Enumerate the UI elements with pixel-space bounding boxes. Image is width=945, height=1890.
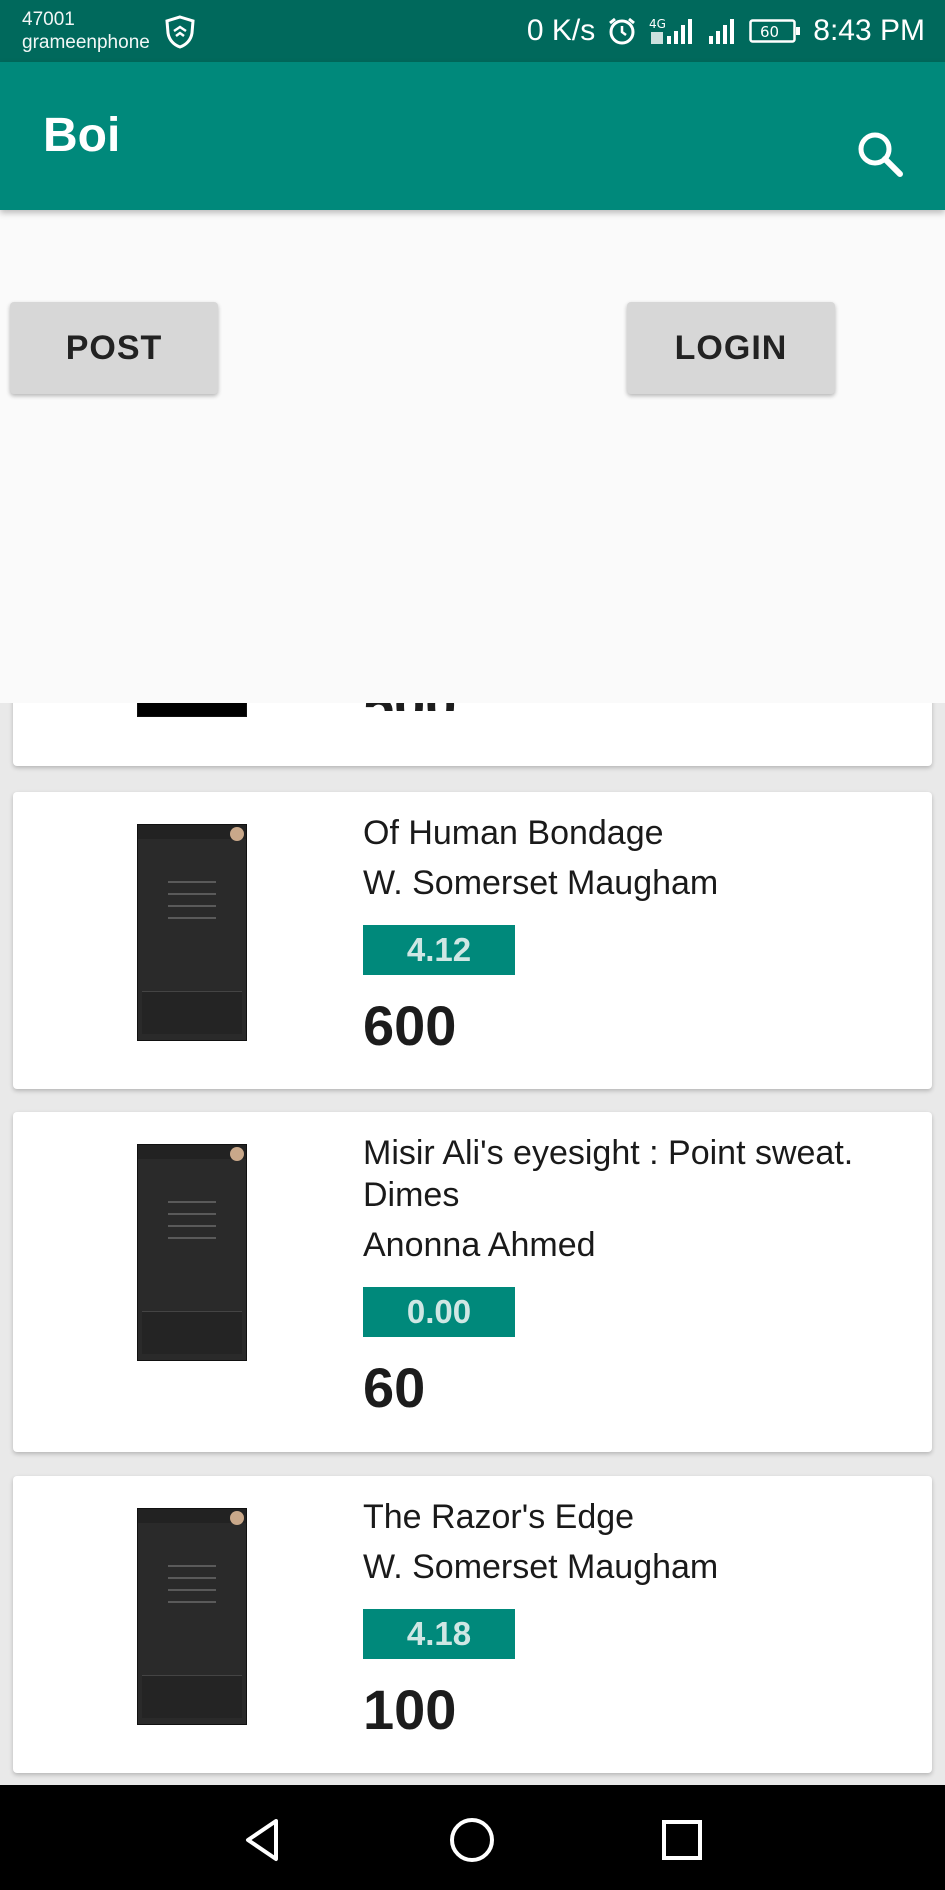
book-cover-image — [137, 1508, 247, 1725]
book-cover-image — [137, 1144, 247, 1361]
svg-text:4G: 4G — [649, 17, 666, 31]
alarm-icon — [607, 16, 637, 46]
shield-icon — [165, 15, 195, 49]
book-price: 600 — [363, 994, 457, 1057]
battery-level: 60 — [760, 23, 779, 41]
clock: 8:43 PM — [813, 14, 925, 47]
status-icons: 0 K/s 4G 60 8:43 PM — [527, 10, 925, 52]
post-button[interactable]: POST — [10, 302, 218, 394]
navigation-bar — [0, 1785, 945, 1890]
rating-badge: 4.12 — [363, 925, 515, 975]
signal-icon — [707, 16, 737, 46]
book-author: W. Somerset Maugham — [363, 1548, 719, 1586]
net-speed: 0 K/s — [526, 14, 596, 47]
book-list[interactable]: 500 Of Human Bondage W. Somerset Maugham… — [0, 703, 945, 1785]
book-author: Anonna Ahmed — [363, 1226, 596, 1264]
book-title: Of Human Bondage — [363, 814, 664, 852]
app-bar: Boi — [0, 62, 945, 210]
recents-icon[interactable] — [657, 1815, 707, 1865]
carrier-name: grameenphone — [22, 32, 150, 53]
carrier-code: 47001 — [22, 9, 75, 30]
book-card-partial[interactable]: 500 — [13, 703, 932, 766]
rating-badge: 4.18 — [363, 1609, 515, 1659]
book-cover-image — [137, 703, 247, 717]
book-card[interactable]: Of Human Bondage W. Somerset Maugham 4.1… — [13, 792, 932, 1089]
search-icon[interactable] — [850, 124, 912, 186]
book-card[interactable]: Misir Ali's eyesight : Point sweat. Dime… — [13, 1112, 932, 1452]
carrier-info: 47001 grameenphone — [22, 8, 150, 54]
book-cover-image — [137, 824, 247, 1041]
signal-4g-icon: 4G — [649, 16, 695, 46]
app-title: Boi — [43, 109, 121, 162]
book-title: The Razor's Edge — [363, 1498, 635, 1536]
book-price: 500 — [363, 703, 456, 711]
book-author: W. Somerset Maugham — [363, 864, 719, 902]
header-panel: POST LOGIN — [0, 210, 945, 703]
rating-badge: 0.00 — [363, 1287, 515, 1337]
battery-icon: 60 — [749, 17, 801, 45]
book-price: 60 — [363, 1356, 426, 1419]
login-button[interactable]: LOGIN — [627, 302, 835, 394]
book-card[interactable]: The Razor's Edge W. Somerset Maugham 4.1… — [13, 1476, 932, 1773]
status-bar: 47001 grameenphone 0 K/s 4G 60 8:43 PM — [0, 0, 945, 62]
book-title: Misir Ali's eyesight : Point sweat. Dime… — [363, 1134, 854, 1214]
book-price: 100 — [363, 1678, 457, 1741]
back-icon[interactable] — [238, 1815, 288, 1865]
home-icon[interactable] — [447, 1815, 497, 1865]
